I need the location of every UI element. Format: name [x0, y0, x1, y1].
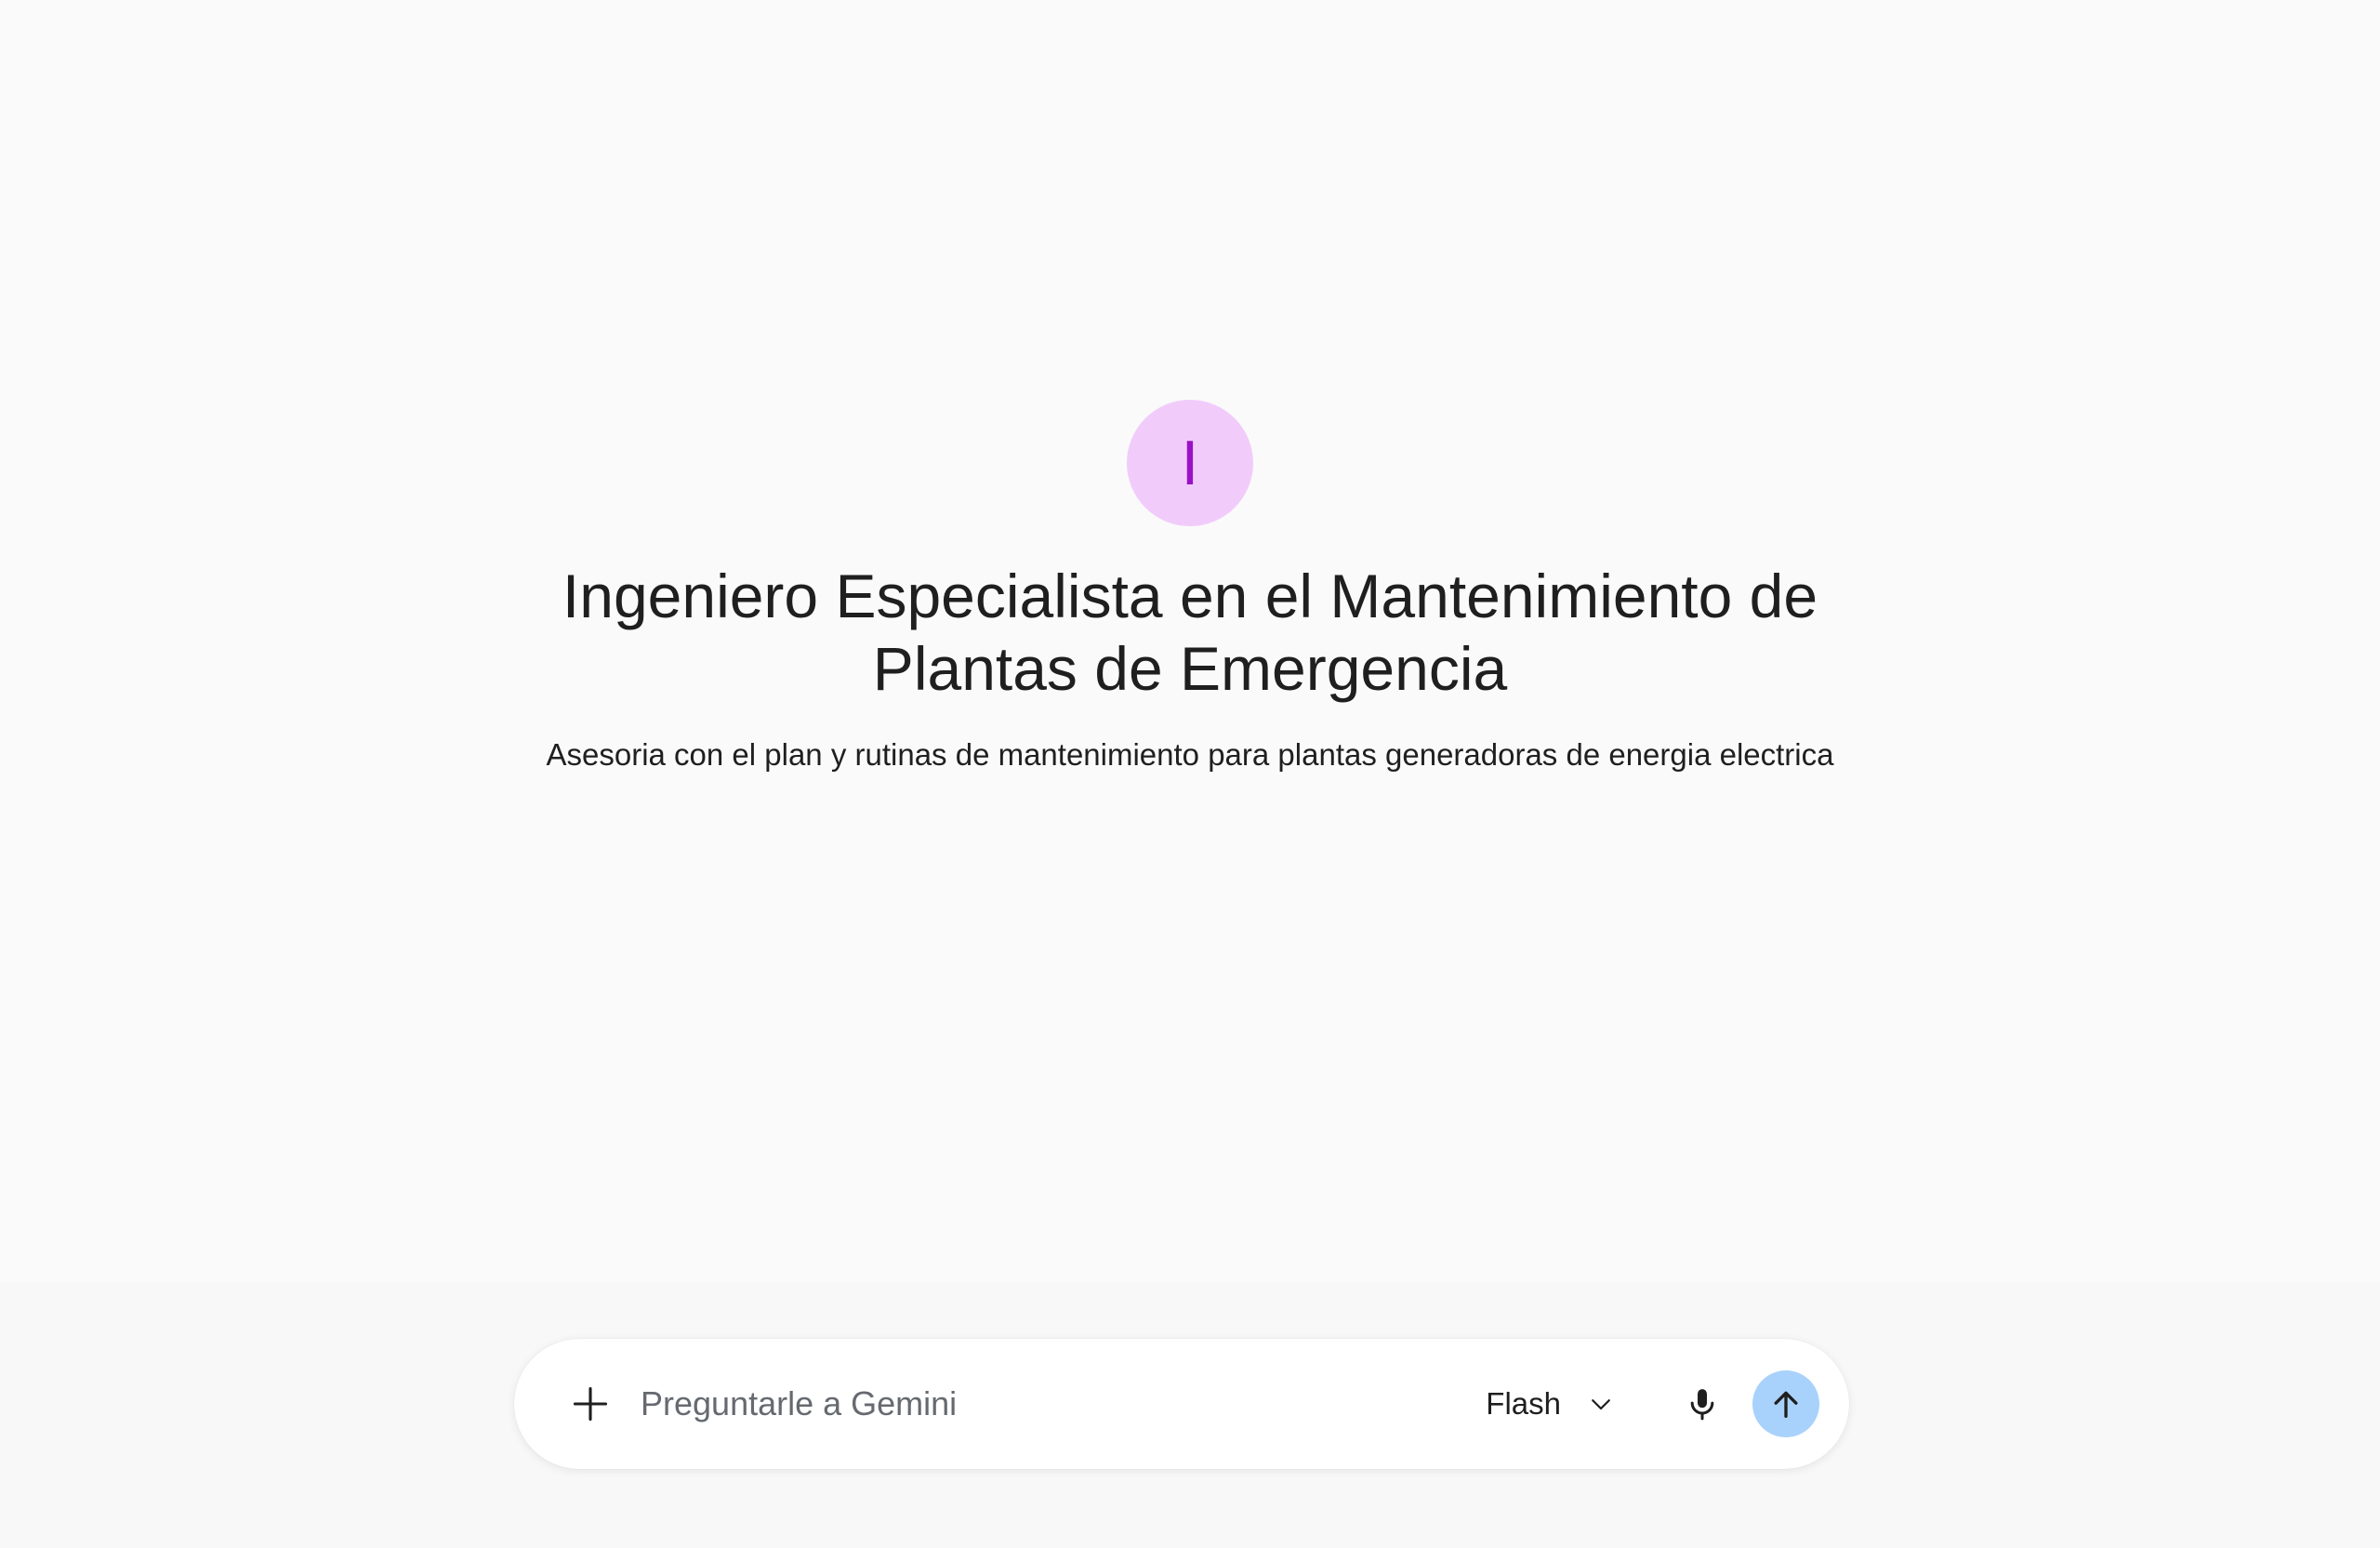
prompt-composer: Flash	[514, 1339, 1849, 1469]
microphone-button[interactable]	[1673, 1374, 1732, 1434]
gem-intro: I Ingeniero Especialista en el Mantenimi…	[0, 400, 2380, 775]
microphone-icon	[1690, 1389, 1714, 1421]
chevron-down-icon	[1587, 1390, 1615, 1418]
arrow-up-icon	[1774, 1391, 1798, 1418]
gem-avatar: I	[1127, 400, 1253, 526]
add-attachment-button[interactable]	[564, 1378, 616, 1430]
model-selector-label: Flash	[1486, 1386, 1561, 1421]
gem-title: Ingeniero Especialista en el Mantenimien…	[562, 562, 1818, 703]
gem-description: Asesoria con el plan y rutinas de manten…	[546, 737, 1834, 772]
plus-icon	[573, 1386, 608, 1422]
prompt-input[interactable]	[639, 1375, 1474, 1433]
gem-avatar-letter: I	[1181, 428, 1199, 498]
send-button[interactable]	[1752, 1370, 1819, 1437]
model-selector[interactable]: Flash	[1473, 1370, 1628, 1437]
